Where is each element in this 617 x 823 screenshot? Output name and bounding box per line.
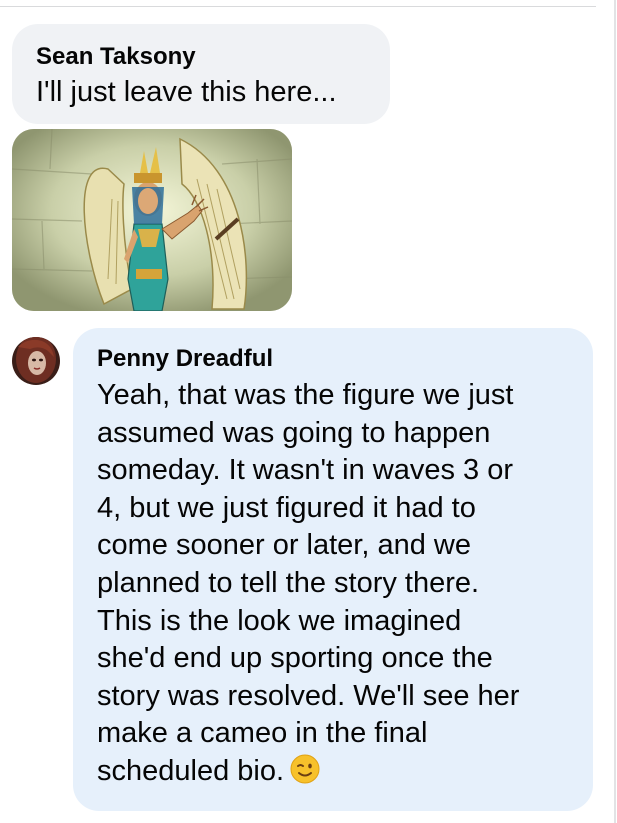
user-avatar-photo — [12, 337, 60, 385]
top-divider — [0, 6, 596, 7]
comment-attachment-image[interactable] — [12, 129, 292, 311]
comment-author[interactable]: Penny Dreadful — [97, 344, 569, 374]
winking-face-icon — [290, 754, 320, 784]
avatar[interactable] — [12, 337, 60, 385]
right-divider — [614, 0, 616, 823]
comment-text: I'll just leave this here... — [36, 76, 337, 108]
winged-egyptian-figure-image — [12, 129, 292, 311]
comment-bubble-penny[interactable]: Penny Dreadful Yeah, that was the figure… — [73, 328, 593, 811]
comment-author[interactable]: Sean Taksony — [36, 42, 366, 72]
comment-bubble-sean[interactable]: Sean Taksony I'll just leave this here..… — [12, 24, 390, 124]
comment-text: Yeah, that was the figure we just assume… — [97, 377, 569, 791]
winking-face-emoji — [290, 754, 320, 784]
comment-thread: Sean Taksony I'll just leave this here..… — [0, 0, 617, 823]
comment-text-body: Yeah, that was the figure we just assume… — [97, 379, 520, 787]
